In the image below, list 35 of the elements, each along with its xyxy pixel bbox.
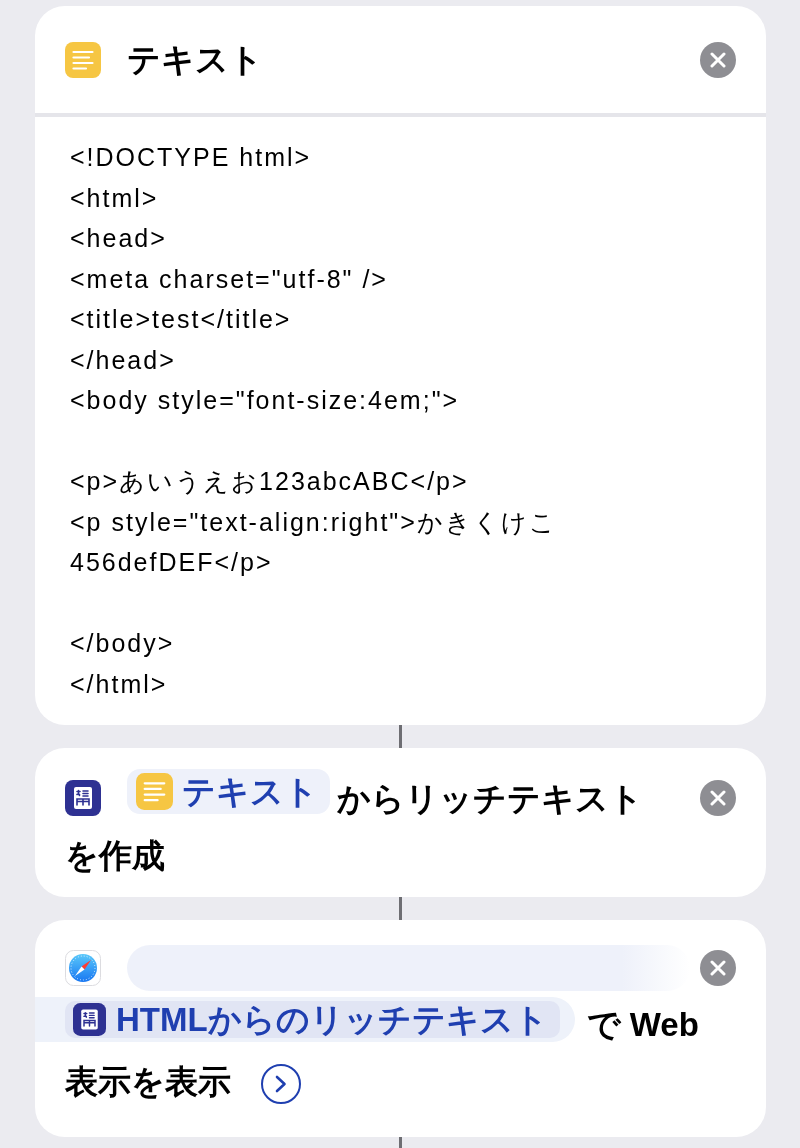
- connector-line: [399, 725, 402, 748]
- close-icon: [710, 789, 726, 806]
- text-lines-icon: [136, 773, 173, 810]
- code-line: <html>: [70, 182, 159, 214]
- close-icon: [710, 960, 726, 976]
- action-text: を作成: [65, 837, 165, 874]
- close-button[interactable]: [700, 950, 736, 986]
- expand-button[interactable]: [261, 1064, 301, 1105]
- compass-icon: [65, 950, 101, 986]
- code-line: 456defDEF</p>: [70, 547, 273, 578]
- chevron-right-icon: [275, 1075, 287, 1094]
- close-button[interactable]: [700, 779, 736, 816]
- code-line: <body style="font-size:4em;">: [70, 385, 460, 416]
- action-text: からリッチテキスト: [337, 780, 643, 817]
- action-text: 表示を表示: [65, 1063, 231, 1100]
- code-line: <!DOCTYPE html>: [70, 142, 312, 173]
- variable-token[interactable]: HTMLからのリッチテキスト: [65, 1001, 560, 1038]
- code-line: <p style="text-align:right">かきくけこ: [70, 506, 557, 538]
- code-line: </html>: [70, 668, 168, 700]
- connector-line: [399, 897, 402, 920]
- code-line: <p>あいうえお123abcABC</p>: [70, 466, 469, 497]
- code-line: <head>: [70, 223, 167, 254]
- text-field[interactable]: <!DOCTYPE html> <html> <head> <meta charset="utf-8" /> <title>test</title> </head> <body style="font-size:4em;"> <p>あいうえお123abcABC</p> <p style="text-align:right">かきくけこ 456defDEF</p> </body> </html>: [35, 117, 766, 725]
- close-icon: [710, 51, 726, 68]
- document-icon: [73, 1003, 106, 1036]
- variable-token[interactable]: テキスト: [127, 769, 330, 814]
- code-line: </body>: [70, 628, 175, 659]
- text-lines-icon: [65, 41, 101, 78]
- action-text: で Web: [586, 1006, 699, 1043]
- code-line: <title>test</title>: [70, 304, 292, 335]
- code-line: <meta charset="utf-8" />: [70, 263, 388, 295]
- action-title: テキスト: [127, 39, 263, 80]
- document-icon: [65, 780, 101, 816]
- code-line: </head>: [70, 344, 176, 376]
- close-button[interactable]: [700, 41, 736, 78]
